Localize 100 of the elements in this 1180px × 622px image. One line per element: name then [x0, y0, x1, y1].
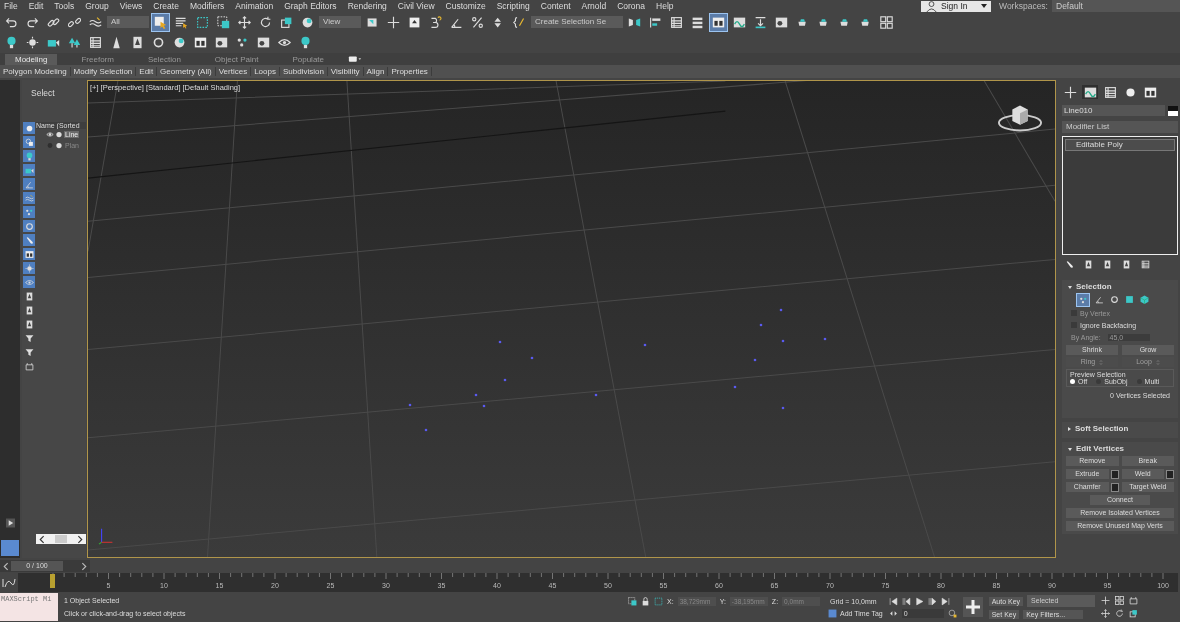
- rollout-header[interactable]: Selection: [1066, 281, 1174, 293]
- ribbon-group[interactable]: Vertices: [215, 67, 252, 76]
- dots-icon: [24, 207, 34, 217]
- dot-icon[interactable]: [46, 142, 54, 149]
- ribbon-tab[interactable]: Freeform: [71, 53, 124, 65]
- toolbar-button[interactable]: [709, 12, 728, 32]
- card-icon[interactable]: [1084, 260, 1093, 269]
- rotate-icon[interactable]: [1115, 609, 1125, 618]
- ribbon-group[interactable]: Subdivision: [279, 67, 328, 76]
- current-frame-marker[interactable]: [50, 574, 55, 588]
- playback-icon[interactable]: [940, 596, 950, 606]
- panel-tab[interactable]: [1102, 85, 1118, 99]
- workspace-dropdown[interactable]: Default: [1052, 0, 1180, 12]
- playback-icon[interactable]: [901, 596, 911, 606]
- menu-item[interactable]: Corona: [613, 1, 653, 11]
- menu-item[interactable]: Tools: [50, 1, 82, 11]
- chevron-right-icon[interactable]: [79, 561, 88, 571]
- menu-item[interactable]: Animation: [231, 1, 281, 11]
- scale-square-icon[interactable]: [1129, 609, 1139, 618]
- rollout-header[interactable]: Soft Selection: [1066, 423, 1174, 435]
- sphere-icon: [173, 35, 186, 49]
- ribbon-group[interactable]: Polygon Modeling: [0, 67, 71, 76]
- settings-button[interactable]: [1110, 482, 1119, 492]
- sign-in-button[interactable]: Sign In: [921, 0, 991, 12]
- menu-item[interactable]: Arnold: [577, 1, 614, 11]
- frame-icon: [24, 361, 34, 371]
- frame-icon[interactable]: [1129, 596, 1139, 605]
- menu-item[interactable]: Views: [115, 1, 150, 11]
- ribbon-group[interactable]: Modify Selection: [70, 67, 137, 76]
- menu-item[interactable]: Help: [652, 1, 681, 11]
- toolbar-dropdown[interactable]: View: [319, 16, 361, 28]
- panel-tab[interactable]: [1082, 85, 1098, 99]
- toolbar-dropdown[interactable]: All: [107, 16, 149, 28]
- menu-item[interactable]: Edit: [24, 1, 51, 11]
- menu-item[interactable]: Graph Editors: [280, 1, 344, 11]
- play-icon[interactable]: [5, 518, 15, 528]
- ribbon-tab[interactable]: Modeling: [5, 53, 58, 65]
- time-config-icon[interactable]: [947, 608, 957, 618]
- panel-layout-icon: [24, 249, 34, 259]
- ribbon-group[interactable]: Geometry (All): [157, 67, 216, 76]
- filter-button[interactable]: [23, 248, 35, 260]
- stack-item[interactable]: Editable Poly: [1065, 139, 1175, 151]
- ribbon-group[interactable]: Edit: [136, 67, 158, 76]
- menu-item[interactable]: Modifiers: [185, 1, 232, 11]
- isolate-icon[interactable]: [628, 596, 637, 606]
- ribbon-group[interactable]: Loops: [251, 67, 280, 76]
- rollout-header[interactable]: Edit Vertices: [1066, 443, 1174, 455]
- stack-icon: [691, 15, 704, 29]
- playback-icon[interactable]: [888, 596, 898, 606]
- horizontal-scrollbar[interactable]: [36, 534, 86, 544]
- view-cube-icon[interactable]: [997, 103, 1043, 133]
- menu-item[interactable]: Civil View: [393, 1, 442, 11]
- curve-editor-icon[interactable]: [0, 577, 18, 588]
- toolbar-button[interactable]: [151, 12, 170, 32]
- subobject-button[interactable]: [1123, 293, 1135, 305]
- menu-item[interactable]: Customize: [441, 1, 493, 11]
- lock-icon[interactable]: [641, 596, 650, 606]
- menu-item[interactable]: File: [0, 1, 25, 11]
- playback-icon[interactable]: [927, 596, 937, 606]
- sphere-icon: [301, 15, 314, 29]
- card-icon[interactable]: [1103, 260, 1112, 269]
- toggle-icon[interactable]: [348, 54, 362, 64]
- curve-window-icon: [1083, 85, 1097, 99]
- card-icon[interactable]: [1122, 260, 1131, 269]
- color-swatch[interactable]: [1168, 105, 1178, 116]
- set-keys-icon[interactable]: [962, 597, 983, 617]
- menu-item[interactable]: Scripting: [492, 1, 537, 11]
- settings-button[interactable]: [1166, 469, 1174, 479]
- toolbar-dropdown[interactable]: Create Selection Se: [531, 16, 623, 28]
- settings-button[interactable]: [1110, 469, 1119, 479]
- eye-icon[interactable]: [46, 131, 54, 138]
- filter-button[interactable]: [23, 332, 35, 344]
- subobject-button[interactable]: [1108, 293, 1120, 305]
- subobject-button[interactable]: [1076, 293, 1090, 307]
- user-icon: [925, 0, 938, 13]
- table-icon[interactable]: [1141, 260, 1150, 269]
- pen-icon[interactable]: [1065, 260, 1074, 269]
- object-name-field[interactable]: Line010: [1062, 105, 1165, 116]
- ribbon-group[interactable]: Align: [363, 67, 389, 76]
- filter-button[interactable]: [23, 346, 35, 358]
- ribbon-tab[interactable]: Selection: [137, 53, 191, 65]
- brace-icon: [513, 15, 526, 29]
- ribbon-tab[interactable]: Object Paint: [204, 53, 269, 65]
- grid-icon[interactable]: [1115, 596, 1125, 605]
- menu-item[interactable]: Create: [149, 1, 186, 11]
- move-icon[interactable]: [1101, 609, 1111, 618]
- ribbon-group[interactable]: Visibility: [327, 67, 364, 76]
- playback-icon[interactable]: [914, 596, 924, 606]
- subobject-button[interactable]: [1138, 293, 1150, 305]
- ribbon-tab[interactable]: Populate: [282, 53, 334, 65]
- menu-item[interactable]: Group: [81, 1, 116, 11]
- ribbon-group[interactable]: Properties: [388, 67, 432, 76]
- panel-tab[interactable]: [1142, 85, 1158, 99]
- modifier-list-dropdown[interactable]: Modifier List: [1062, 121, 1178, 133]
- chevron-left-icon[interactable]: [2, 561, 11, 571]
- menu-item[interactable]: Content: [536, 1, 578, 11]
- crosshair-icon[interactable]: [1101, 596, 1111, 605]
- menu-item[interactable]: Rendering: [343, 1, 394, 11]
- table-icon: [670, 15, 683, 29]
- panel-tab[interactable]: [1062, 85, 1078, 99]
